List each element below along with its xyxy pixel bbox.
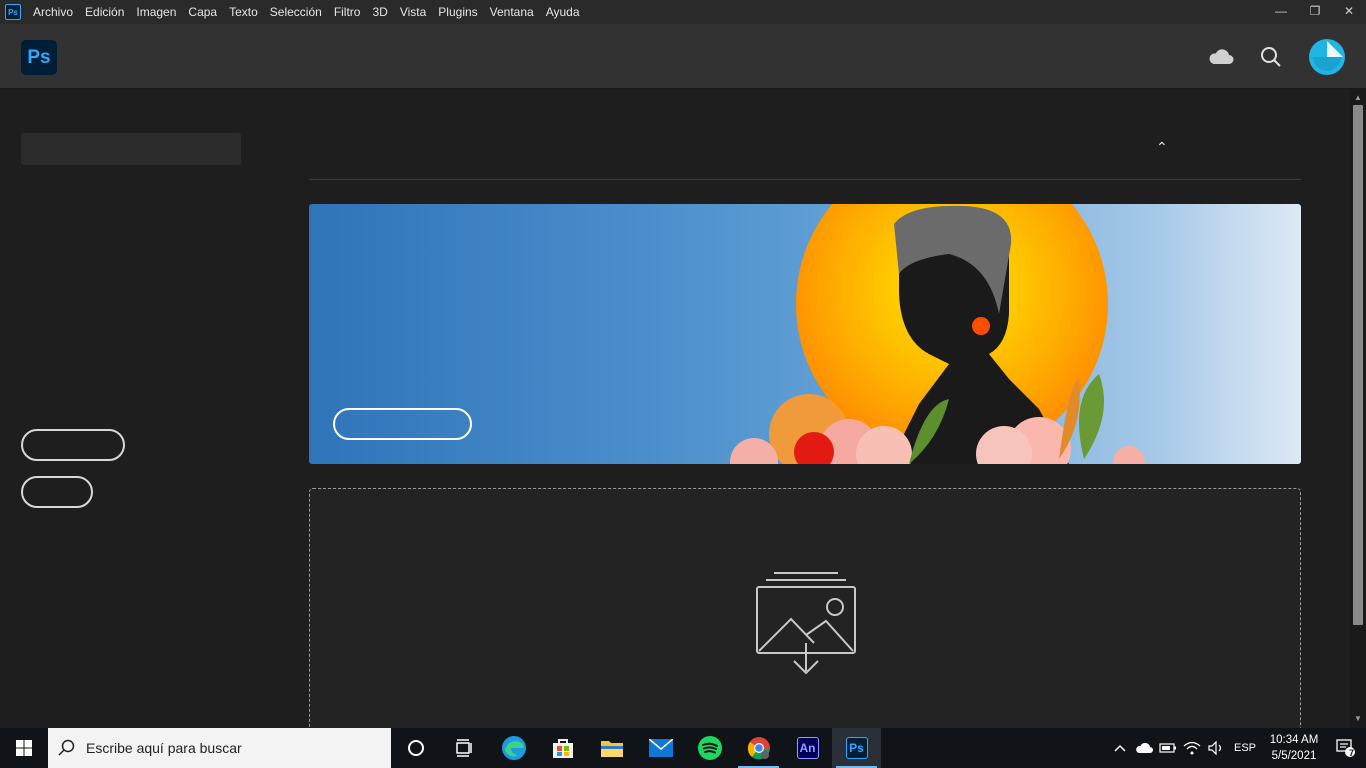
loading-placeholder xyxy=(21,133,241,165)
chrome-icon[interactable] xyxy=(734,728,783,768)
edge-icon[interactable] xyxy=(489,728,538,768)
menu-3d[interactable]: 3D xyxy=(366,5,393,19)
photoshop-app-icon[interactable]: Ps xyxy=(5,4,21,20)
system-tray: ESP 10:34 AM 5/5/2021 7 xyxy=(1108,728,1366,768)
menu-capa[interactable]: Capa xyxy=(182,5,223,19)
banner-cta-button[interactable] xyxy=(333,408,472,440)
photoshop-app-label: Ps xyxy=(845,737,868,759)
notification-center-icon[interactable]: 7 xyxy=(1326,738,1366,758)
wifi-icon[interactable] xyxy=(1180,728,1204,768)
clock[interactable]: 10:34 AM 5/5/2021 xyxy=(1262,732,1326,764)
menu-vista[interactable]: Vista xyxy=(394,5,432,19)
menu-ayuda[interactable]: Ayuda xyxy=(540,5,586,19)
file-drop-zone[interactable] xyxy=(309,488,1301,748)
home-header: Ps xyxy=(0,24,1366,89)
menu-plugins[interactable]: Plugins xyxy=(432,5,483,19)
spotify-icon[interactable] xyxy=(685,728,734,768)
mail-icon[interactable] xyxy=(636,728,685,768)
taskbar-search-box[interactable]: Escribe aquí para buscar xyxy=(48,728,391,768)
avatar[interactable] xyxy=(1309,39,1345,75)
menu-imagen[interactable]: Imagen xyxy=(130,5,182,19)
image-import-icon xyxy=(756,572,856,675)
clock-date: 5/5/2021 xyxy=(1271,750,1317,762)
microsoft-store-icon[interactable] xyxy=(538,728,587,768)
left-pill-button-2[interactable] xyxy=(21,476,93,508)
left-panel xyxy=(0,89,290,728)
scroll-up-arrow[interactable]: ▲ xyxy=(1350,91,1366,105)
minimize-button[interactable]: — xyxy=(1264,0,1298,22)
promo-banner[interactable] xyxy=(309,204,1301,464)
windows-taskbar: Escribe aquí para buscar An Ps ESP 10:34… xyxy=(0,728,1366,768)
notification-count-badge: 7 xyxy=(1348,748,1354,758)
cortana-icon[interactable] xyxy=(391,728,440,768)
menu-bar: Ps Archivo Edición Imagen Capa Texto Sel… xyxy=(0,0,1366,24)
main-content: ⌃ xyxy=(290,89,1350,748)
animate-icon[interactable]: An xyxy=(783,728,832,768)
menu-edicion[interactable]: Edición xyxy=(79,5,130,19)
battery-icon[interactable] xyxy=(1156,728,1180,768)
scrollbar-thumb[interactable] xyxy=(1353,105,1363,625)
task-view-icon[interactable] xyxy=(440,728,489,768)
menu-archivo[interactable]: Archivo xyxy=(27,5,79,19)
chevron-up-icon[interactable]: ⌃ xyxy=(1156,139,1168,156)
chevron-up-icon[interactable] xyxy=(1108,728,1132,768)
menu-filtro[interactable]: Filtro xyxy=(328,5,367,19)
divider xyxy=(309,179,1301,180)
search-icon xyxy=(58,739,75,756)
vertical-scrollbar[interactable]: ▲ ▼ xyxy=(1350,89,1366,728)
start-button[interactable] xyxy=(0,728,48,768)
onedrive-icon[interactable] xyxy=(1132,728,1156,768)
file-explorer-icon[interactable] xyxy=(587,728,636,768)
cloud-icon[interactable] xyxy=(1208,44,1234,70)
clock-time: 10:34 AM xyxy=(1269,734,1319,746)
language-indicator[interactable]: ESP xyxy=(1228,728,1262,768)
animate-app-label: An xyxy=(796,737,819,759)
window-controls: — ❐ ✕ xyxy=(1264,0,1366,24)
menu-ventana[interactable]: Ventana xyxy=(484,5,540,19)
close-button[interactable]: ✕ xyxy=(1332,0,1366,22)
windows-logo-icon xyxy=(16,740,32,756)
restore-button[interactable]: ❐ xyxy=(1298,0,1332,22)
taskbar-search-placeholder: Escribe aquí para buscar xyxy=(86,740,242,756)
menu-texto[interactable]: Texto xyxy=(223,5,264,19)
left-pill-button-1[interactable] xyxy=(21,429,125,461)
search-icon[interactable] xyxy=(1258,44,1284,70)
photoshop-logo[interactable]: Ps xyxy=(21,40,57,75)
volume-icon[interactable] xyxy=(1204,728,1228,768)
photoshop-taskbar-icon[interactable]: Ps xyxy=(832,728,881,768)
scroll-down-arrow[interactable]: ▼ xyxy=(1350,712,1366,726)
menu-seleccion[interactable]: Selección xyxy=(264,5,328,19)
